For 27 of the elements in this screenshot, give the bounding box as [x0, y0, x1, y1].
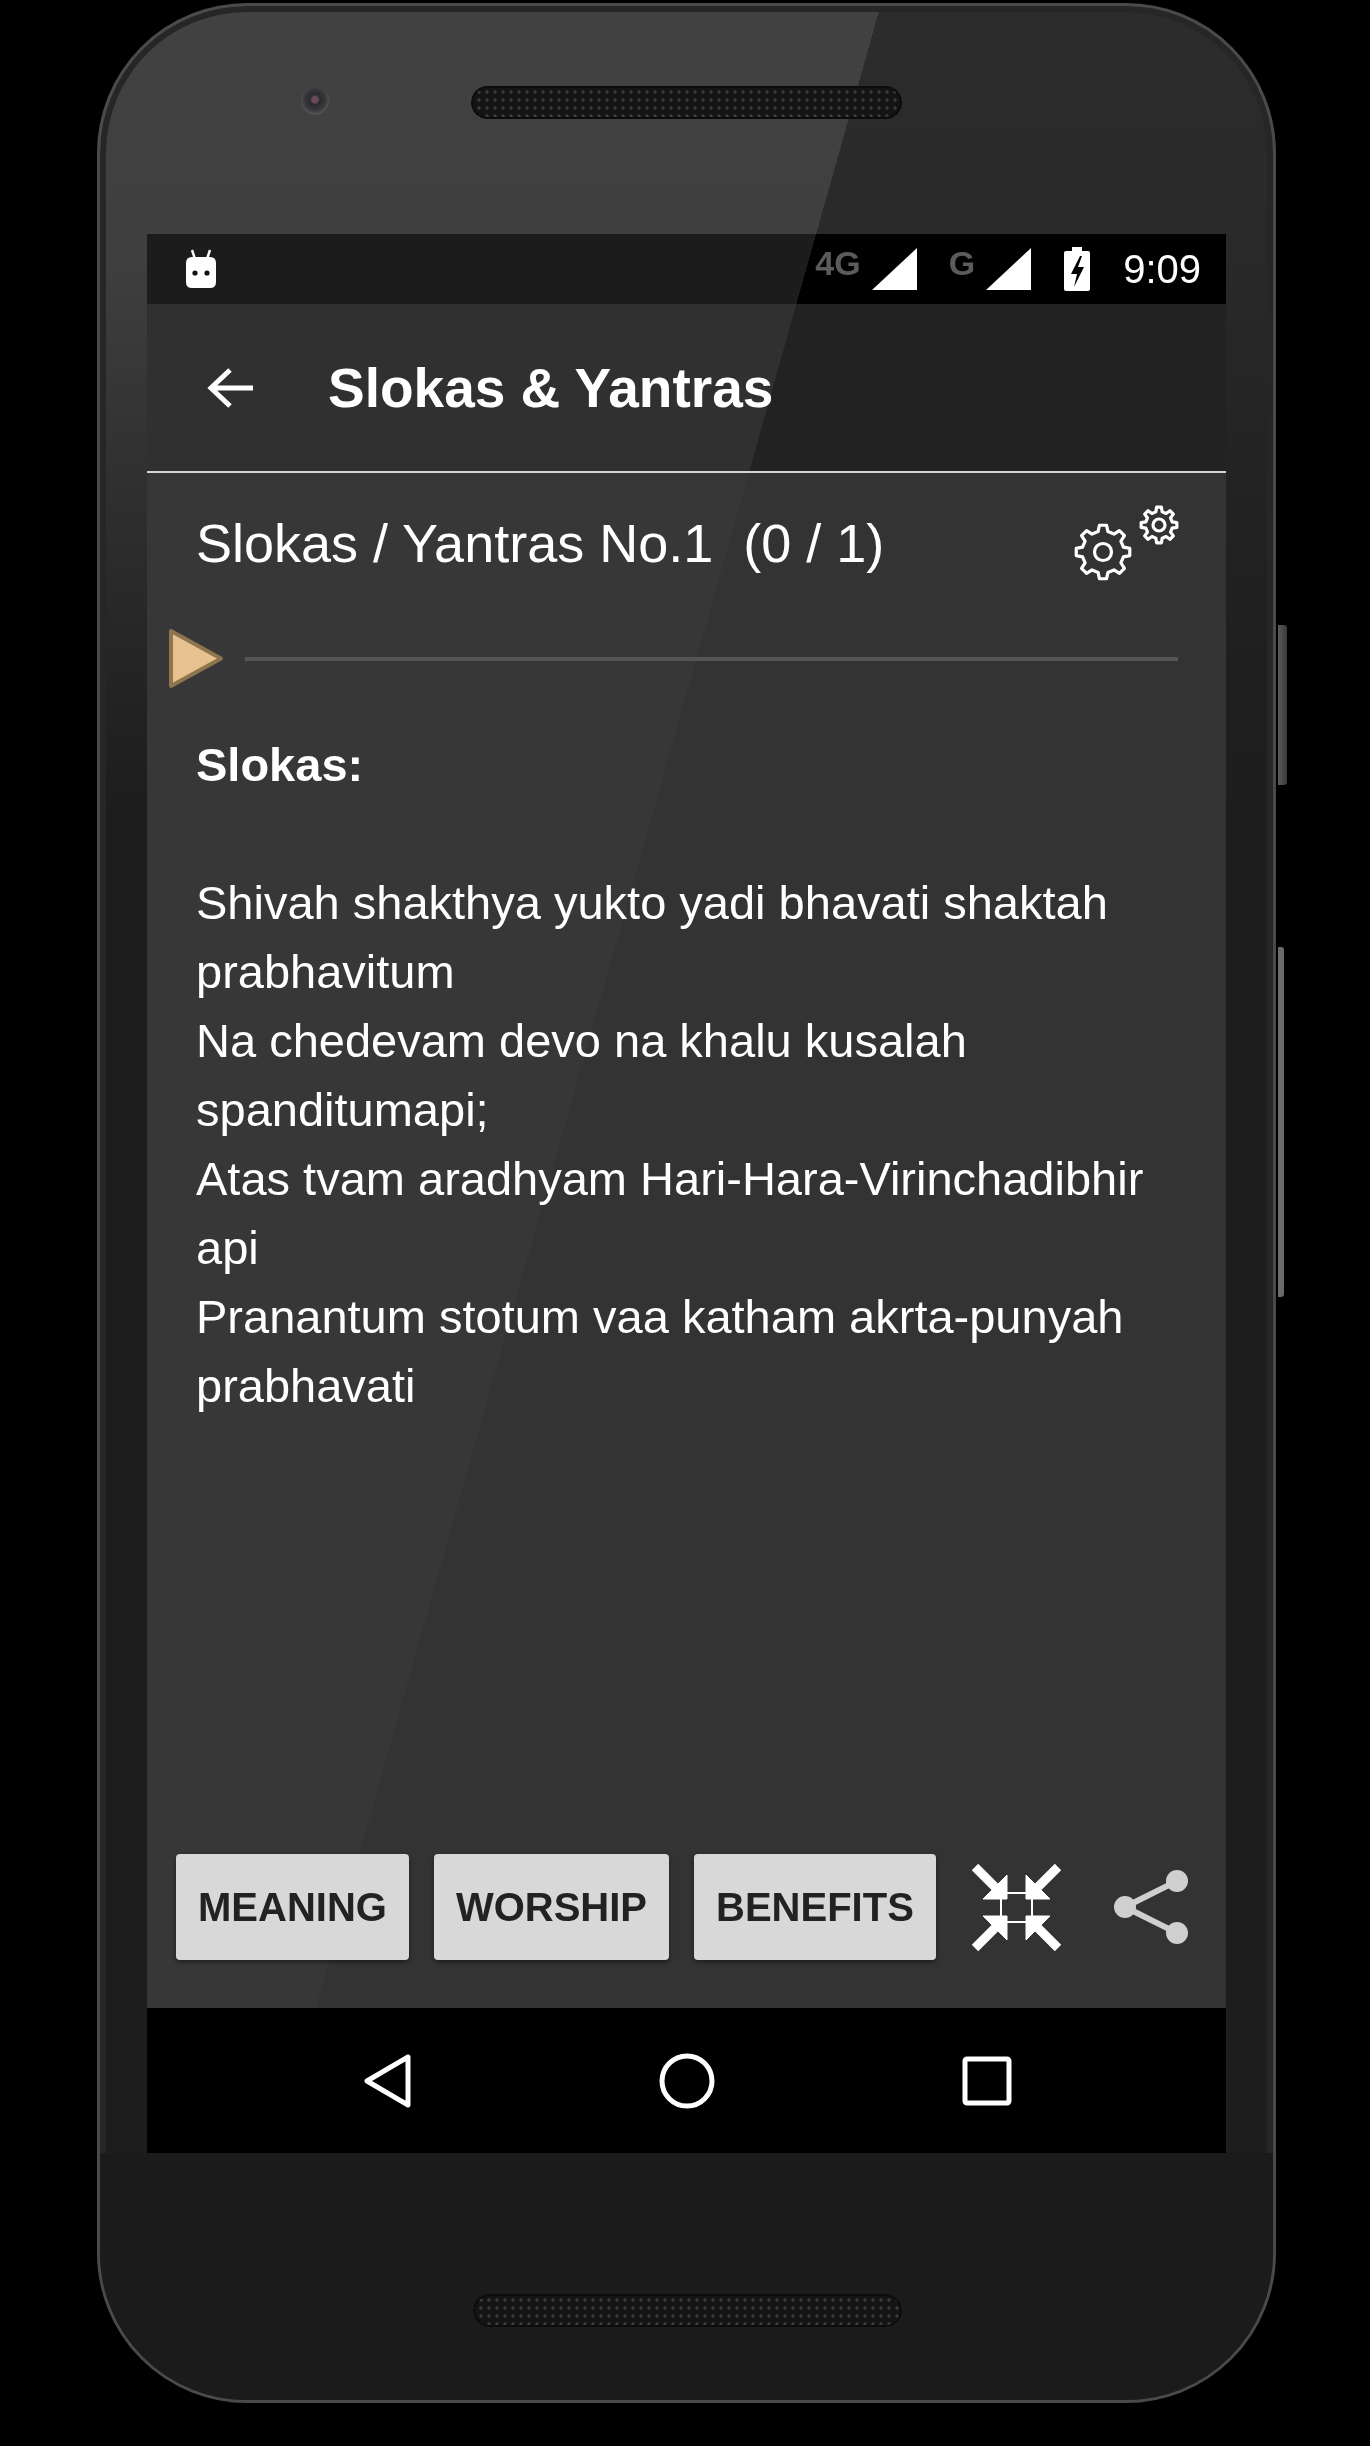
verse-line: Atas tvam aradhyam Hari-Hara-Virinchadibhir api: [196, 1151, 1145, 1276]
share-icon[interactable]: [1112, 1869, 1190, 1945]
signal-icon: [871, 248, 917, 290]
verse-line: Shivah shakthya yukto yadi bhavati shaktah prabhavitum: [196, 875, 1109, 1000]
action-button[interactable]: MEANING: [176, 1854, 409, 1960]
signal-icon: [986, 248, 1032, 290]
seek-bar-track[interactable]: [245, 656, 1178, 661]
verse-line: Na chedevam devo na khalu kusalah spanditumapi;: [196, 1013, 968, 1138]
clock-time: 9:09: [1123, 246, 1201, 292]
verse-line: Pranantum stotum vaa katham akrta-punyah prabhavati: [196, 1289, 1125, 1414]
section-heading: Slokas:: [196, 737, 365, 793]
settings-icon[interactable]: [1073, 505, 1180, 581]
shrink-arrows-icon[interactable]: [970, 1862, 1062, 1952]
network-type-label: G: [948, 243, 976, 283]
action-button[interactable]: WORSHIP: [433, 1854, 669, 1960]
camera-lens: [301, 87, 329, 115]
play-icon[interactable]: [167, 627, 225, 690]
network-type-label: 4G: [815, 243, 861, 283]
item-title: Slokas / Yantras No.1 (0 / 1): [196, 512, 885, 575]
nav-back-icon[interactable]: [361, 2052, 412, 2109]
screen-title: Slokas & Yantras: [328, 355, 774, 420]
back-arrow-icon[interactable]: [206, 365, 256, 410]
recents-icon[interactable]: [961, 2055, 1012, 2106]
home-icon[interactable]: [658, 2052, 715, 2109]
battery-charging-icon: [1063, 247, 1092, 291]
robot-icon: [183, 249, 219, 289]
action-button[interactable]: BENEFITS: [694, 1854, 936, 1960]
